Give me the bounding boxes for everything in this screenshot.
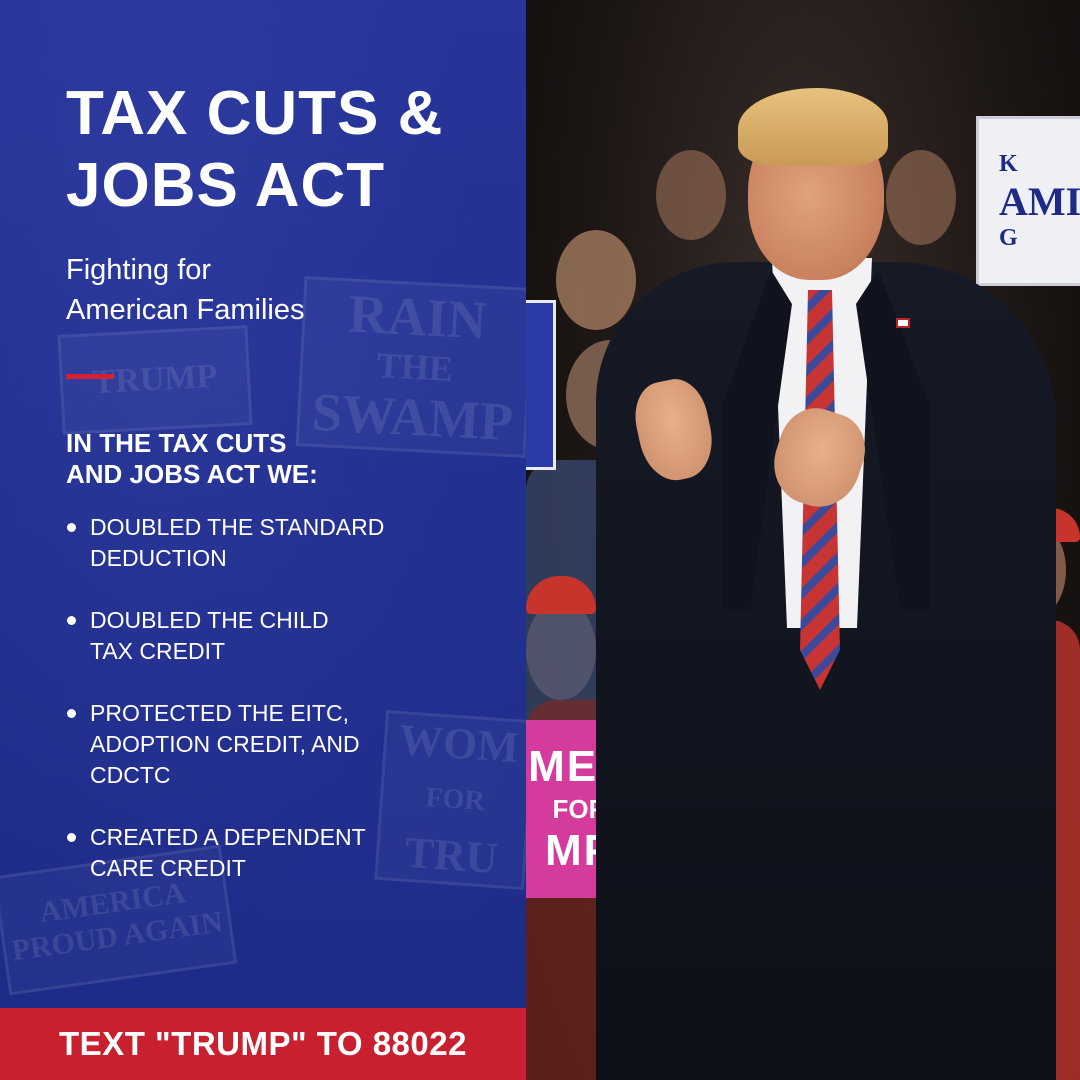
- list-item-text: ADOPTION CREDIT, AND: [90, 731, 360, 757]
- list-item-text: CARE CREDIT: [90, 855, 246, 881]
- title-line: TAX CUTS &: [66, 79, 444, 148]
- sign-text: AMI: [999, 178, 1080, 224]
- list-item-text: DOUBLED THE STANDARD: [90, 514, 385, 540]
- list-item-text: DEDUCTION: [90, 545, 227, 571]
- blue-sign: [526, 300, 556, 470]
- cta-label: TEXT "TRUMP" TO 88022: [59, 1025, 467, 1062]
- subtitle: Fighting for American Families: [66, 250, 486, 330]
- text-to-join-cta[interactable]: TEXT "TRUMP" TO 88022: [0, 1008, 526, 1080]
- list-item: DOUBLED THE CHILD TAX CREDIT: [66, 605, 506, 667]
- rally-photo: K AMI G MEN FOR MP: [526, 0, 1080, 1080]
- subtitle-line: Fighting for: [66, 254, 212, 286]
- info-panel: RAIN THE SWAMP TRUMP AMERICA PROUD AGAIN…: [0, 0, 526, 1080]
- list-heading-line: IN THE TAX CUTS: [66, 428, 287, 458]
- list-item: CREATED A DEPENDENT CARE CREDIT: [66, 822, 506, 884]
- sign-text: G: [999, 224, 1018, 251]
- title-line: JOBS ACT: [66, 151, 386, 220]
- list-item-text: CDCTC: [90, 762, 171, 788]
- subtitle-line: American Families: [66, 294, 305, 326]
- list-item-text: DOUBLED THE CHILD: [90, 607, 329, 633]
- crowd-head: [886, 150, 956, 245]
- crowd-head: [656, 150, 726, 240]
- background-sign-trump: TRUMP: [57, 325, 253, 435]
- list-heading: IN THE TAX CUTS AND JOBS ACT WE:: [66, 428, 506, 490]
- list-item-text: PROTECTED THE EITC,: [90, 700, 349, 726]
- bullet-dot-icon: [67, 833, 76, 842]
- list-item: DOUBLED THE STANDARD DEDUCTION: [66, 512, 506, 574]
- list-item-text: CREATED A DEPENDENT: [90, 824, 366, 850]
- crowd-head: [556, 230, 636, 330]
- red-divider: [66, 374, 114, 379]
- list-item: PROTECTED THE EITC, ADOPTION CREDIT, AND…: [66, 698, 506, 791]
- flag-pin-icon: [896, 318, 910, 328]
- bullet-dot-icon: [67, 709, 76, 718]
- make-america-great-sign: K AMI G: [976, 116, 1080, 286]
- bullet-dot-icon: [67, 616, 76, 625]
- background-sign-text: TRUMP: [91, 357, 219, 402]
- bullet-dot-icon: [67, 523, 76, 532]
- sign-text: K: [999, 150, 1018, 177]
- list-item-text: TAX CREDIT: [90, 638, 226, 664]
- achievements-list: DOUBLED THE STANDARD DEDUCTION DOUBLED T…: [66, 512, 506, 915]
- page-title: TAX CUTS & JOBS ACT: [66, 78, 506, 222]
- list-heading-line: AND JOBS ACT WE:: [66, 459, 318, 489]
- speaker-hair: [738, 88, 888, 166]
